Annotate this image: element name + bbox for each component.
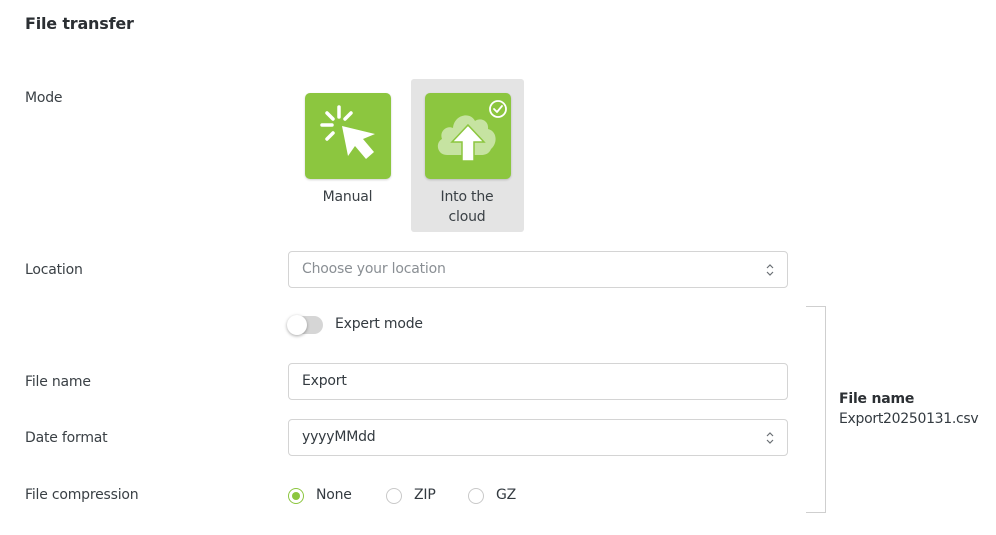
location-label: Location [25, 262, 83, 278]
cursor-click-icon [320, 105, 375, 159]
mode-option-manual[interactable]: Manual [291, 79, 404, 232]
date-format-value: yyyyMMdd [302, 429, 376, 445]
chevron-up-down-icon [766, 264, 774, 276]
toggle-knob [287, 315, 307, 335]
page-title: File transfer [25, 14, 134, 33]
compression-label-gz[interactable]: GZ [496, 487, 516, 503]
file-name-label: File name [25, 374, 91, 390]
preview-file-name: Export20250131.csv [839, 411, 979, 427]
mode-label: Mode [25, 90, 63, 106]
mode-option-into-the-cloud[interactable]: Into the cloud [411, 79, 524, 232]
date-format-select[interactable]: yyyyMMdd [288, 419, 788, 456]
location-placeholder: Choose your location [302, 261, 446, 277]
date-format-label: Date format [25, 430, 108, 446]
file-name-input[interactable]: Export [288, 363, 788, 400]
compression-radio-zip[interactable] [386, 488, 402, 504]
file-compression-label: File compression [25, 487, 139, 503]
chevron-up-down-icon [766, 432, 774, 444]
check-circle-icon [489, 100, 507, 118]
compression-radio-none[interactable] [288, 488, 304, 504]
manual-tile[interactable] [305, 93, 391, 179]
compression-radio-gz[interactable] [468, 488, 484, 504]
expert-mode-label: Expert mode [335, 316, 423, 332]
preview-title: File name [839, 391, 915, 407]
manual-caption: Manual [322, 189, 373, 205]
compression-label-zip[interactable]: ZIP [414, 487, 436, 503]
preview-bracket [806, 306, 826, 513]
cloud-caption: Into the cloud [440, 189, 494, 225]
expert-mode-toggle[interactable] [287, 315, 323, 335]
file-name-value: Export [302, 373, 347, 389]
compression-label-none[interactable]: None [316, 487, 352, 503]
location-select[interactable]: Choose your location [288, 251, 788, 288]
cloud-tile[interactable] [425, 93, 511, 179]
